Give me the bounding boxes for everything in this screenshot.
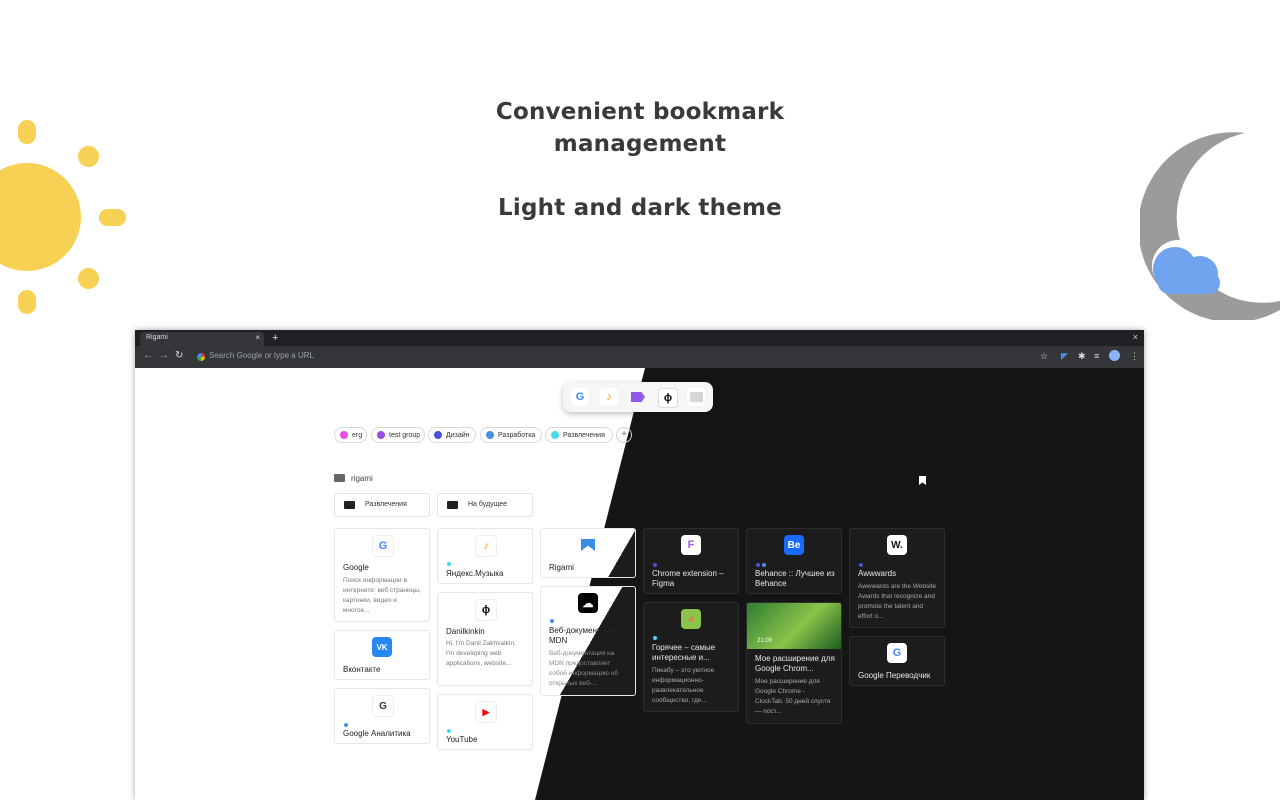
headline-line-2: management: [553, 131, 727, 157]
moon-icon: [1138, 120, 1280, 323]
bookmark-card-google-analytics[interactable]: G Google Аналитика: [334, 688, 430, 744]
group-marks: [653, 636, 657, 640]
new-tab-button[interactable]: +: [272, 332, 278, 344]
group-marks: [550, 619, 554, 623]
bookmark-card-google[interactable]: G Google Поиск информации в интернете: в…: [334, 528, 430, 622]
group-chip-erg[interactable]: erg: [334, 427, 367, 443]
group-marks: [859, 563, 863, 567]
window-close-button[interactable]: ×: [1133, 332, 1138, 342]
browser-toolbar: ← → ↻ Search Google or type a URL ☆ ◤ ✱ …: [135, 346, 1144, 368]
group-marks: [756, 563, 766, 567]
bookmark-card-behance[interactable]: Be Behance :: Лучшее из Behance: [746, 528, 842, 594]
group-color-dot: [486, 431, 494, 439]
subfolder-for-future[interactable]: На будущее: [437, 493, 533, 517]
quick-access-bar: G ♪ ϕ: [563, 382, 713, 412]
folder-icon: [334, 474, 345, 482]
group-color-dot: [434, 431, 442, 439]
browser-tab[interactable]: Rigami ×: [140, 332, 264, 346]
new-tab-page: G ♪ ϕ erg test group Дизайн Разработка Р…: [135, 368, 1144, 800]
group-chip-development[interactable]: Разработка: [480, 427, 542, 443]
group-marks: [344, 723, 348, 727]
bookmark-card-danilkinkin[interactable]: ϕ Danilkinkin Hi, I'm Danil Zakhvatkin, …: [437, 592, 533, 686]
omnibox[interactable]: Search Google or type a URL: [193, 349, 1015, 365]
subfolder-entertainment[interactable]: Развлечения: [334, 493, 430, 517]
bookmark-card-youtube[interactable]: ▶ YouTube: [437, 694, 533, 750]
group-color-dot: [377, 431, 385, 439]
kebab-menu-icon[interactable]: ⋮: [1130, 351, 1139, 362]
awwwards-icon: W.: [887, 535, 907, 555]
browser-window: Rigami × + × ← → ↻ Search Google or type…: [135, 330, 1144, 800]
star-icon[interactable]: ☆: [1040, 351, 1048, 362]
group-marks: [447, 562, 451, 566]
bookmark-card-mdn[interactable]: ☁ Веб-документация MDN Веб-документация …: [540, 586, 636, 696]
bookmark-card-figma-extension[interactable]: F Chrome extension – Figma: [643, 528, 739, 594]
headline-line-1: Convenient bookmark: [495, 99, 785, 125]
cloud-icon: [1152, 240, 1222, 294]
tab-strip: Rigami × + ×: [135, 330, 1144, 346]
omnibox-placeholder: Search Google or type a URL: [209, 351, 314, 360]
quickbar-phi-icon[interactable]: ϕ: [658, 388, 678, 408]
bookmark-card-yandex-music[interactable]: ♪ Яндекс.Музыка: [437, 528, 533, 584]
dark-theme-overlay: [535, 368, 1144, 800]
folder-name: rigami: [351, 474, 373, 483]
reload-icon[interactable]: ↻: [175, 350, 183, 361]
quickbar-tag-icon[interactable]: [629, 388, 647, 406]
quickbar-google-icon[interactable]: G: [571, 388, 589, 406]
youtube-icon: ▶: [475, 701, 497, 723]
rigami-icon: [578, 535, 598, 555]
figma-icon: F: [681, 535, 701, 555]
rigami-extension-icon[interactable]: ◤: [1061, 351, 1068, 362]
bookmark-card-vk[interactable]: VK Вконтакте: [334, 630, 430, 680]
bookmark-card-awwwards[interactable]: W. Awwwards Awwwards are the Website Awa…: [849, 528, 945, 628]
google-analytics-icon: G: [372, 695, 394, 717]
clocktab-preview: 21:09: [747, 603, 841, 649]
behance-icon: Be: [784, 535, 804, 555]
quickbar-folder-icon[interactable]: [687, 388, 705, 406]
group-chip-entertainment[interactable]: Развлечения: [545, 427, 613, 443]
forward-arrow-icon[interactable]: →: [159, 350, 169, 361]
bookmark-card-rigami[interactable]: Rigami: [540, 528, 636, 578]
quickbar-yandex-music-icon[interactable]: ♪: [600, 388, 618, 406]
google-translate-icon: G: [887, 643, 907, 663]
group-marks: [447, 729, 451, 733]
group-chip-test-group[interactable]: test group: [371, 427, 425, 443]
puzzle-icon[interactable]: ✱: [1078, 351, 1086, 362]
bookmark-card-google-translate[interactable]: G Google Переводчик: [849, 636, 945, 686]
google-icon: G: [372, 535, 394, 557]
vk-icon: VK: [372, 637, 392, 657]
mdn-icon: ☁: [578, 593, 598, 613]
folder-header[interactable]: rigami: [334, 474, 373, 483]
group-marks: [653, 563, 657, 567]
google-icon: [197, 353, 205, 361]
pikabu-icon: ◕: [681, 609, 701, 629]
profile-avatar[interactable]: [1109, 350, 1120, 361]
media-icon[interactable]: ≡: [1094, 351, 1099, 361]
folder-icon: [344, 501, 355, 509]
folder-icon: [447, 501, 458, 509]
headline-line-3: Light and dark theme: [498, 195, 782, 221]
tab-close-icon[interactable]: ×: [255, 333, 260, 342]
group-chip-design[interactable]: Дизайн: [428, 427, 476, 443]
bookmark-card-clocktab[interactable]: 21:09 Мое расширение для Google Chrom...…: [746, 602, 842, 724]
yandex-music-icon: ♪: [475, 535, 497, 557]
add-group-button[interactable]: +: [616, 427, 632, 443]
bookmark-card-pikabu[interactable]: ◕ Горячее – самые интересные и... Пикабу…: [643, 602, 739, 712]
tab-title: Rigami: [146, 334, 168, 341]
back-arrow-icon[interactable]: ←: [143, 350, 153, 361]
group-color-dot: [551, 431, 559, 439]
phi-icon: ϕ: [475, 599, 497, 621]
group-color-dot: [340, 431, 348, 439]
